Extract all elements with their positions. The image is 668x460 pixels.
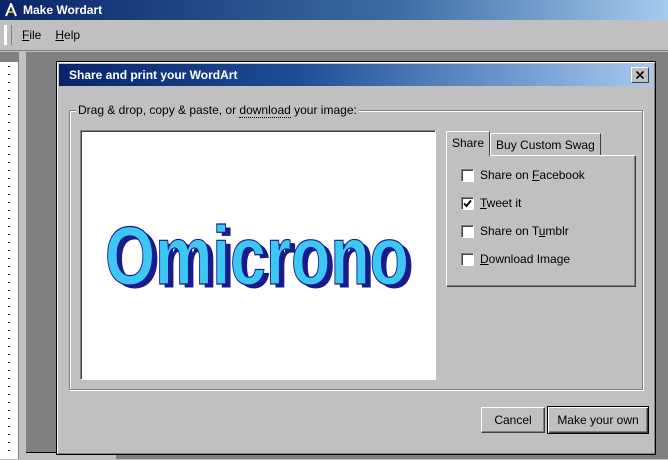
- ruler-tick: [8, 442, 10, 443]
- tumblr-checkbox[interactable]: [461, 224, 474, 238]
- tab-strip: Share Buy Custom Swag: [446, 131, 601, 156]
- ruler-header: [0, 52, 18, 62]
- tweet-checkbox[interactable]: [461, 196, 474, 210]
- download-checkbox[interactable]: [461, 252, 474, 266]
- menu-file[interactable]: File: [22, 28, 41, 42]
- ruler-tick: [8, 226, 10, 227]
- ruler-tick: [8, 66, 10, 67]
- share-tab-panel: Share on Facebook Tweet it Share on Tumb…: [446, 155, 636, 287]
- tab-buy-custom-swag[interactable]: Buy Custom Swag: [490, 133, 601, 156]
- ruler-tick: [8, 234, 10, 235]
- ruler-tick: [8, 266, 10, 267]
- ruler-tick: [8, 250, 10, 251]
- ruler-tick: [8, 106, 10, 107]
- share-groupbox: Drag & drop, copy & paste, or download y…: [69, 103, 643, 390]
- ruler-tick: [8, 258, 10, 259]
- download-label: Download Image: [480, 252, 571, 266]
- close-icon: [636, 71, 644, 79]
- ruler-tick: [8, 394, 10, 395]
- ruler-tick: [8, 194, 10, 195]
- ruler-tick: [8, 122, 10, 123]
- app-title: Make Wordart: [23, 3, 103, 17]
- app-titlebar: Make Wordart: [0, 0, 668, 20]
- menu-help[interactable]: Help: [55, 28, 80, 42]
- wordart-preview[interactable]: Omicrono Omicrono: [80, 130, 436, 380]
- wordart-image[interactable]: Omicrono Omicrono: [81, 131, 435, 379]
- ruler-tick: [8, 354, 10, 355]
- menubar: File Help: [0, 20, 668, 51]
- ruler-tick: [8, 98, 10, 99]
- ruler-tick: [8, 298, 10, 299]
- ruler-tick: [8, 418, 10, 419]
- toolbar-grip-icon[interactable]: [4, 25, 12, 45]
- ruler-tick: [8, 138, 10, 139]
- ruler-tick: [8, 114, 10, 115]
- share-dialog: Share and print your WordArt Drag & drop…: [56, 61, 656, 455]
- cancel-button[interactable]: Cancel: [481, 407, 545, 433]
- ruler-tick: [8, 370, 10, 371]
- ruler-tick: [8, 82, 10, 83]
- ruler-tick: [8, 290, 10, 291]
- ruler-tick: [8, 306, 10, 307]
- option-share-tumblr[interactable]: Share on Tumblr: [461, 224, 569, 238]
- ruler-tick: [8, 450, 10, 451]
- group-label: Drag & drop, copy & paste, or download y…: [76, 103, 359, 118]
- ruler-tick: [8, 282, 10, 283]
- ruler-tick: [8, 74, 10, 75]
- ruler-tick: [8, 202, 10, 203]
- ruler-tick: [8, 154, 10, 155]
- ruler-tick: [8, 434, 10, 435]
- ruler-tick: [8, 346, 10, 347]
- ruler-tick: [8, 426, 10, 427]
- make-your-own-button[interactable]: Make your own: [547, 406, 649, 434]
- dialog-titlebar[interactable]: Share and print your WordArt: [59, 64, 653, 86]
- option-tweet[interactable]: Tweet it: [461, 196, 521, 210]
- close-button[interactable]: [631, 67, 649, 83]
- facebook-checkbox[interactable]: [461, 168, 474, 182]
- ruler-tick: [8, 218, 10, 219]
- dialog-title: Share and print your WordArt: [69, 68, 238, 82]
- wordart-app-icon: [3, 2, 19, 18]
- wordart-face-text: Omicrono: [105, 210, 409, 302]
- ruler-tick: [8, 362, 10, 363]
- option-share-facebook[interactable]: Share on Facebook: [461, 168, 585, 182]
- tumblr-label: Share on Tumblr: [480, 224, 569, 238]
- ruler-tick: [8, 130, 10, 131]
- ruler-tick: [8, 402, 10, 403]
- ruler-tick: [8, 338, 10, 339]
- ruler-tick: [8, 162, 10, 163]
- ruler-tick: [8, 178, 10, 179]
- ruler-tick: [8, 314, 10, 315]
- option-download-image[interactable]: Download Image: [461, 252, 570, 266]
- vertical-ruler: [0, 52, 19, 459]
- ruler-tick: [8, 146, 10, 147]
- ruler-tick: [8, 170, 10, 171]
- tweet-label: Tweet it: [480, 196, 522, 210]
- ruler-tick: [8, 242, 10, 243]
- ruler-tick: [8, 378, 10, 379]
- ruler-tick: [8, 322, 10, 323]
- ruler-tick: [8, 386, 10, 387]
- ruler-tick: [8, 186, 10, 187]
- ruler-tick: [8, 274, 10, 275]
- ruler-tick: [8, 90, 10, 91]
- ruler-tick: [8, 330, 10, 331]
- facebook-label: Share on Facebook: [480, 168, 585, 182]
- tab-share[interactable]: Share: [446, 131, 491, 156]
- ruler-tick: [8, 410, 10, 411]
- ruler-tick: [8, 210, 10, 211]
- checkmark-icon: [463, 199, 472, 207]
- download-link[interactable]: download: [239, 103, 291, 118]
